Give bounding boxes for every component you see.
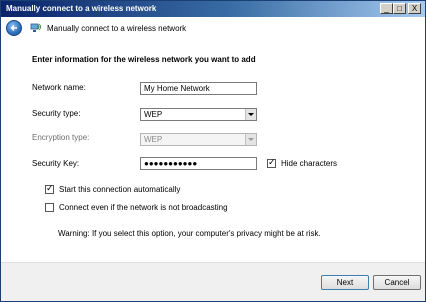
hide-characters-checkbox[interactable]: ✓	[267, 157, 276, 168]
security-type-label: Security type:	[32, 109, 81, 118]
network-name-label: Network name:	[32, 83, 86, 92]
network-name-input[interactable]: My Home Network	[140, 82, 257, 95]
check-mark-icon: ✓	[268, 157, 276, 167]
start-automatically-checkbox[interactable]: ✓	[45, 183, 54, 194]
page-title: Manually connect to a wireless network	[47, 24, 187, 33]
close-button[interactable]: X	[408, 3, 421, 14]
title-bar[interactable]: Manually connect to a wireless network _…	[1, 1, 425, 17]
connect-not-broadcasting-checkbox[interactable]	[45, 203, 54, 212]
wizard-content: Manually connect to a wireless network E…	[1, 17, 425, 262]
start-automatically-label[interactable]: Start this connection automatically	[59, 185, 180, 194]
security-type-value: WEP	[144, 110, 163, 119]
minimize-icon: _	[384, 4, 389, 13]
close-icon: X	[411, 4, 418, 13]
minimize-button[interactable]: _	[380, 3, 393, 14]
cancel-button[interactable]: Cancel	[373, 275, 421, 290]
hide-characters-label[interactable]: Hide characters	[281, 159, 337, 168]
window-title: Manually connect to a wireless network	[6, 4, 157, 13]
encryption-type-label: Encryption type:	[32, 133, 90, 142]
button-bar: Next Cancel	[1, 262, 425, 301]
wireless-network-icon	[30, 23, 42, 32]
dialog-window: Manually connect to a wireless network _…	[0, 0, 426, 302]
back-arrow-icon	[10, 25, 17, 31]
encryption-type-value: WEP	[144, 135, 163, 144]
maximize-icon: □	[397, 4, 402, 13]
check-mark-icon: ✓	[46, 183, 54, 193]
next-button[interactable]: Next	[321, 275, 369, 290]
security-key-label: Security Key:	[32, 159, 80, 168]
encryption-type-select: WEP	[140, 133, 257, 146]
security-type-select[interactable]: WEP	[140, 108, 257, 121]
privacy-warning: Warning: If you select this option, your…	[58, 229, 321, 238]
connect-not-broadcasting-label[interactable]: Connect even if the network is not broad…	[59, 203, 228, 212]
security-key-input[interactable]: ●●●●●●●●●●●	[140, 157, 257, 170]
maximize-button[interactable]: □	[393, 3, 406, 14]
chevron-down-icon	[245, 134, 256, 145]
back-button[interactable]	[6, 20, 22, 36]
chevron-down-icon[interactable]	[245, 109, 256, 120]
form-heading: Enter information for the wireless netwo…	[32, 55, 256, 64]
